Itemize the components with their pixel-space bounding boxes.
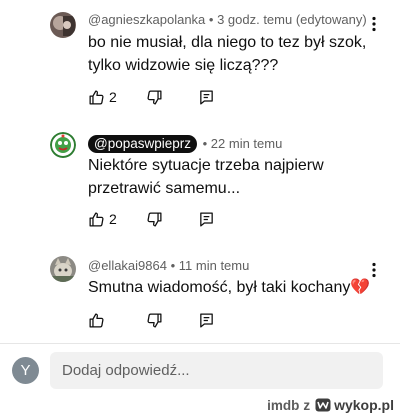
avatar[interactable]: [50, 12, 76, 38]
reply-button[interactable]: [198, 87, 215, 107]
comment-meta: @popaswpieprz • 22 min temu: [88, 135, 282, 153]
watermark-separator: z: [303, 397, 311, 413]
like-count: 2: [109, 211, 117, 227]
comment-text: bo nie musiał, dla niego to tez był szok…: [88, 31, 378, 77]
divider: [0, 343, 400, 344]
more-options-icon[interactable]: [368, 16, 380, 32]
comment-meta: @ellakai9864 • 11 min temu: [88, 258, 249, 274]
timestamp: • 11 min temu: [170, 258, 250, 273]
current-user-avatar[interactable]: Y: [12, 357, 39, 384]
comment-text: Smutna wiadomość, był taki kochany💔: [88, 276, 378, 299]
thumb-down-icon: [146, 89, 163, 106]
reply-comment-icon: [198, 312, 215, 329]
comment-actions: 2: [88, 209, 288, 229]
thumb-up-icon: [88, 312, 105, 329]
wykop-logo-icon: [315, 398, 331, 412]
author-name[interactable]: @agnieszkapolanka: [88, 12, 205, 27]
reply-button[interactable]: [198, 209, 215, 229]
like-button[interactable]: 2: [88, 209, 117, 229]
thumb-down-icon: [146, 211, 163, 228]
reply-comment-icon: [198, 89, 215, 106]
watermark-user: imdb: [267, 397, 300, 413]
comment-text-line: tylko widzowie się liczą???: [88, 57, 279, 74]
timestamp: • 3 godz. temu (edytowany): [208, 12, 367, 27]
comment-actions: [88, 310, 288, 330]
avatar[interactable]: [50, 256, 76, 282]
comment-text: Niektóre sytuacje trzeba najpierw przetr…: [88, 154, 378, 200]
like-button[interactable]: [88, 310, 109, 330]
avatar[interactable]: [50, 132, 76, 158]
thumb-up-icon: [88, 89, 105, 106]
reply-comment-icon: [198, 211, 215, 228]
comment-thread: @agnieszkapolanka • 3 godz. temu (edytow…: [0, 0, 400, 415]
thumb-up-icon: [88, 211, 105, 228]
creator-handle-badge[interactable]: @popaswpieprz: [88, 135, 198, 153]
comment-text-line: bo nie musiał, dla niego to tez był szok…: [88, 34, 367, 51]
like-count: 2: [109, 89, 117, 105]
reply-input[interactable]: [50, 352, 383, 389]
comment-text-line: Niektóre sytuacje trzeba najpierw: [88, 157, 324, 174]
comment-text-line: Smutna wiadomość, był taki kochany💔: [88, 279, 371, 296]
comment-meta: @agnieszkapolanka • 3 godz. temu (edytow…: [88, 12, 367, 28]
watermark-site: wykop.pl: [334, 397, 394, 413]
dislike-button[interactable]: [146, 87, 163, 107]
comment-actions: 2: [88, 87, 288, 107]
comment-text-line: przetrawić samemu...: [88, 180, 241, 197]
timestamp: • 22 min temu: [202, 136, 283, 151]
dislike-button[interactable]: [146, 310, 163, 330]
dislike-button[interactable]: [146, 209, 163, 229]
like-button[interactable]: 2: [88, 87, 117, 107]
reply-button[interactable]: [198, 310, 215, 330]
thumb-down-icon: [146, 312, 163, 329]
wykop-watermark: imdb z wykop.pl: [267, 396, 394, 414]
author-name[interactable]: @ellakai9864: [88, 258, 167, 273]
